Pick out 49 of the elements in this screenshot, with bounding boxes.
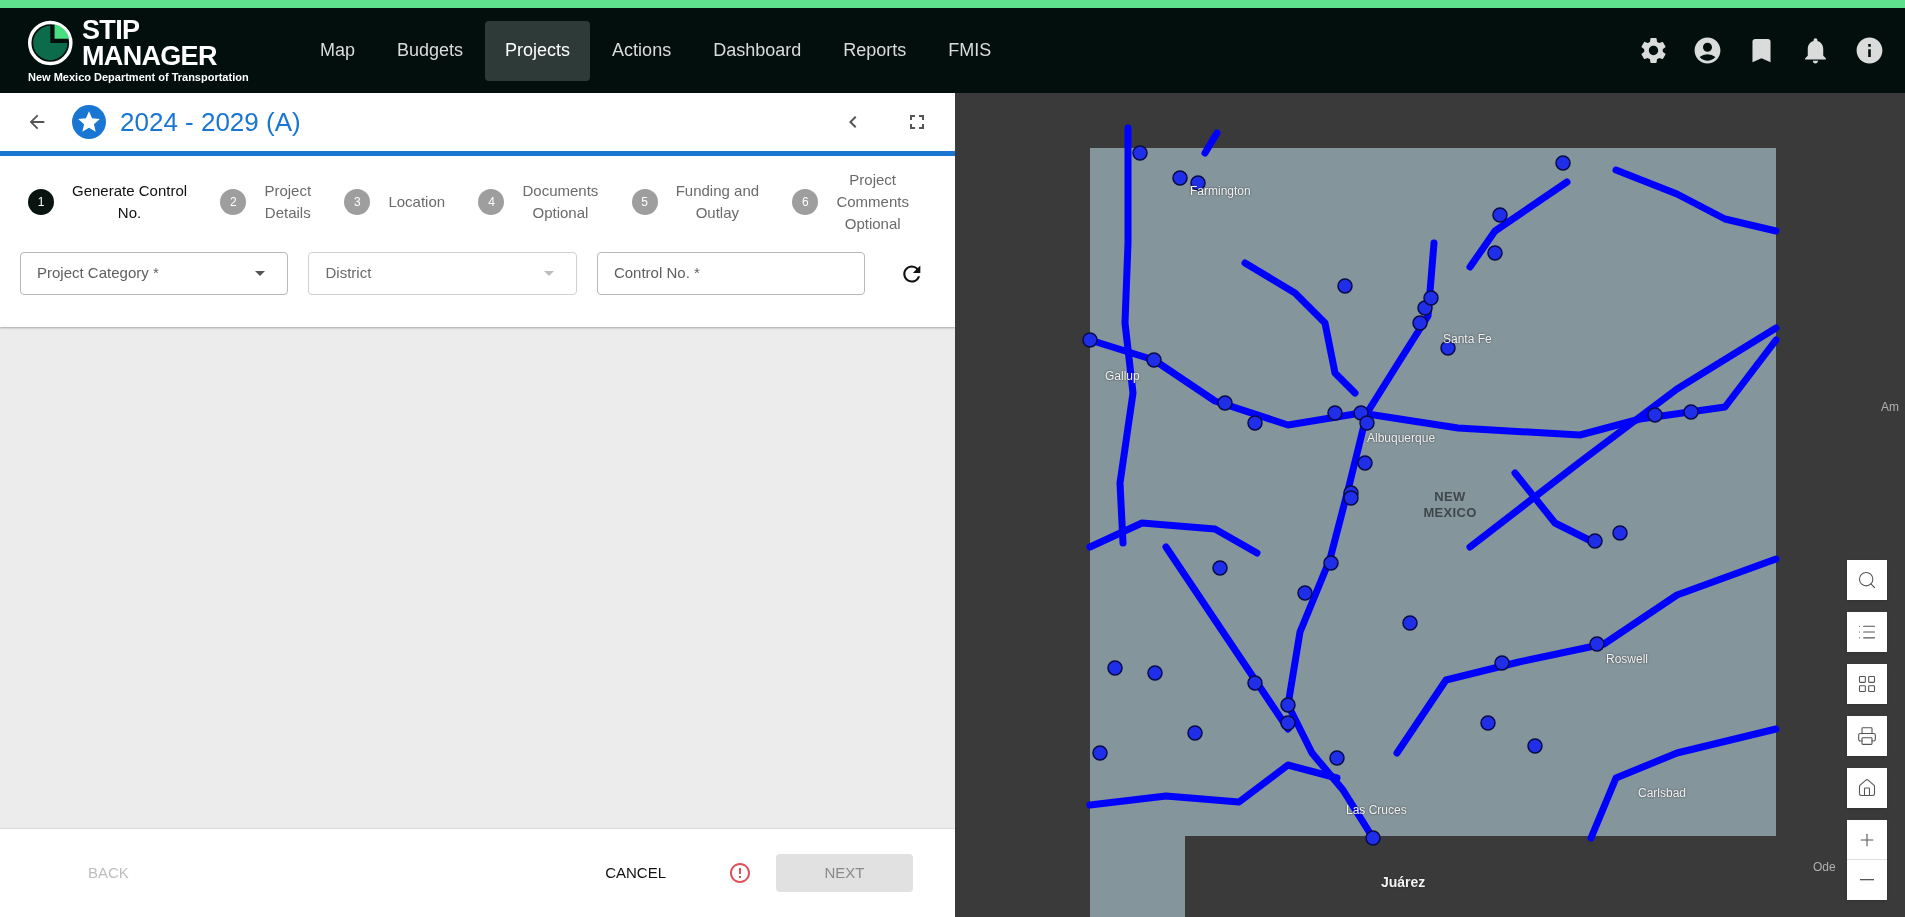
step-number: 2 (220, 189, 247, 215)
nav-tab[interactable]: Budgets (377, 20, 484, 81)
step-label[interactable]: Funding and Outlay (669, 180, 766, 224)
select-field[interactable]: Project Category * (20, 252, 289, 295)
step-label[interactable]: Project Details (258, 180, 318, 224)
grid-button[interactable] (1847, 664, 1887, 704)
step-number: 1 (28, 189, 54, 215)
step-number: 4 (478, 189, 505, 215)
map-label: Ode (1813, 859, 1836, 876)
step-label[interactable]: Generate Control No. (66, 180, 194, 224)
step-label[interactable]: Location (382, 191, 452, 213)
nav-tab[interactable]: Projects (485, 20, 591, 81)
nav-tab[interactable]: Map (300, 20, 375, 81)
map-label: Am (1881, 399, 1899, 416)
search-icon (1857, 570, 1877, 590)
step-label[interactable]: Documents Optional (516, 180, 605, 224)
grid-icon (1857, 674, 1877, 694)
step-number: 6 (792, 189, 819, 215)
logo-title: MANAGER (82, 42, 217, 69)
nav-tab[interactable]: Dashboard (693, 20, 822, 81)
home-button[interactable] (1847, 768, 1887, 808)
map-label: Albuquerque (1367, 430, 1436, 447)
logo-icon (28, 19, 76, 67)
nav-tab[interactable]: Reports (823, 20, 927, 81)
search-button[interactable] (1847, 560, 1887, 600)
step-number: 3 (344, 189, 371, 215)
account-icon[interactable] (1692, 35, 1723, 66)
nav-tab[interactable]: Actions (592, 20, 692, 81)
map-label: Roswell (1606, 651, 1648, 668)
panel-title: 2024 - 2029 (A) (120, 105, 301, 139)
logo-subtitle: New Mexico Department of Transportation (28, 69, 250, 84)
map-label: Carlsbad (1638, 785, 1687, 802)
input-field[interactable]: Control No. * (596, 252, 866, 295)
step-number: 5 (631, 189, 658, 215)
print-button[interactable] (1847, 716, 1887, 756)
nav-tab[interactable]: FMIS (928, 20, 1012, 81)
map-label: NEW MEXICO (1422, 489, 1478, 521)
map-label: Santa Fe (1443, 331, 1492, 348)
dropdown-caret-icon (543, 271, 554, 276)
info-icon[interactable] (1854, 35, 1885, 66)
cancel-button[interactable]: CANCEL (593, 855, 678, 891)
map-label: Farmington (1190, 183, 1251, 200)
home-icon (1857, 778, 1877, 798)
step-label[interactable]: Project Comments Optional (830, 169, 915, 235)
minus-icon (1860, 879, 1874, 881)
dropdown-caret-icon (255, 271, 266, 276)
logo-title: STIP (82, 17, 141, 43)
map-label: Juárez (1381, 873, 1426, 892)
printer-icon (1857, 726, 1877, 746)
